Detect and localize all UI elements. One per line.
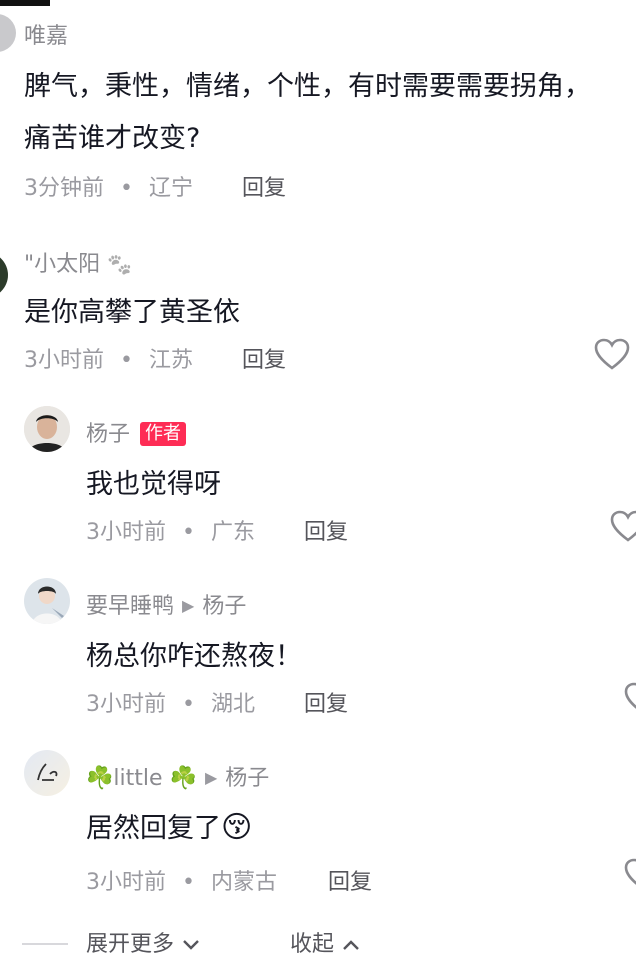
expand-more-label: 展开更多 — [86, 932, 175, 954]
collapse-label: 收起 — [290, 932, 335, 954]
comment-location: 江苏 — [148, 348, 193, 373]
reply-button[interactable]: 回复 — [328, 864, 372, 896]
avatar-image — [24, 750, 70, 796]
separator-dot: • — [182, 692, 195, 717]
reply-text: 居然回复了😚 — [86, 806, 252, 845]
divider-line — [22, 943, 68, 945]
comment-time: 3小时前 — [24, 348, 104, 373]
reply-username[interactable]: ☘️little ☘️ ▶ 杨子 — [86, 760, 269, 792]
separator-dot: • — [182, 520, 195, 545]
reply-meta: 3小时前 • 湖北 — [86, 686, 255, 718]
avatar[interactable] — [24, 406, 70, 452]
separator-dot: • — [120, 176, 133, 201]
comment-text: 痛苦谁才改变? — [24, 123, 201, 154]
comment-text: 脾气，秉性，情绪，个性，有时需要需要拐角， — [24, 71, 591, 102]
comment-username[interactable]: 唯嘉 — [24, 18, 68, 50]
reply-location: 内蒙古 — [210, 870, 277, 895]
reply-button[interactable]: 回复 — [242, 170, 286, 202]
clover-icon: ☘️ — [86, 766, 114, 791]
reply-button[interactable]: 回复 — [242, 342, 286, 374]
author-badge: 作者 — [140, 422, 187, 446]
like-heart-icon[interactable] — [624, 682, 636, 714]
reply-username[interactable]: 要早睡鸭 ▶ 杨子 — [86, 588, 246, 620]
expand-more-button[interactable]: 展开更多 — [86, 926, 201, 954]
comment-time: 3分钟前 — [24, 176, 104, 201]
comment-meta: 3小时前 • 江苏 — [24, 342, 193, 374]
avatar-image — [24, 578, 70, 624]
reply-username[interactable]: 杨子 作者 — [86, 416, 187, 448]
kiss-emoji-icon: 😚 — [221, 810, 253, 845]
comment-username[interactable]: "小太阳 🐾 — [24, 246, 132, 278]
like-heart-icon[interactable] — [610, 510, 636, 542]
reply-meta: 3小时前 • 广东 — [86, 514, 255, 546]
separator-dot: • — [182, 870, 195, 895]
username-text: "小太阳 — [24, 252, 101, 277]
reply-location: 广东 — [210, 520, 255, 545]
reply-to-username: 杨子 — [225, 766, 270, 791]
clover-icon: ☘️ — [169, 766, 197, 791]
comment-section: 唯嘉 脾气，秉性，情绪，个性，有时需要需要拐角， 痛苦谁才改变? 3分钟前 • 辽宁… — [0, 0, 636, 954]
username-text: 要早睡鸭 — [86, 594, 175, 619]
avatar[interactable] — [0, 252, 8, 298]
reply-arrow-icon: ▶ — [204, 768, 218, 787]
reply-text-content: 居然回复了 — [86, 813, 221, 844]
reply-arrow-icon: ▶ — [182, 596, 195, 615]
like-heart-icon[interactable] — [624, 858, 636, 890]
reply-button[interactable]: 回复 — [304, 686, 348, 718]
reply-text: 我也觉得呀 — [86, 469, 221, 500]
paw-icon: 🐾 — [107, 252, 133, 276]
reply-time: 3小时前 — [86, 870, 166, 895]
reply-button[interactable]: 回复 — [304, 514, 348, 546]
username-text: 杨子 — [86, 422, 131, 447]
avatar[interactable] — [0, 14, 16, 52]
reply-time: 3小时前 — [86, 692, 166, 717]
avatar[interactable] — [24, 750, 70, 796]
reply-meta: 3小时前 • 内蒙古 — [86, 864, 277, 896]
chevron-down-icon — [183, 940, 199, 950]
username-text: little — [113, 766, 163, 791]
top-edge-bar — [0, 0, 50, 6]
separator-dot: • — [120, 348, 133, 373]
avatar[interactable] — [24, 578, 70, 624]
chevron-up-icon — [343, 940, 359, 950]
reply-time: 3小时前 — [86, 520, 166, 545]
comment-meta: 3分钟前 • 辽宁 — [24, 170, 193, 202]
comment-location: 辽宁 — [148, 176, 193, 201]
avatar-image — [24, 406, 70, 452]
reply-to-username: 杨子 — [202, 594, 247, 619]
comment-text: 是你高攀了黄圣依 — [24, 297, 240, 328]
reply-text: 杨总你咋还熬夜！ — [86, 641, 302, 672]
like-heart-icon[interactable] — [594, 338, 630, 370]
reply-location: 湖北 — [210, 692, 255, 717]
collapse-button[interactable]: 收起 — [290, 926, 361, 954]
